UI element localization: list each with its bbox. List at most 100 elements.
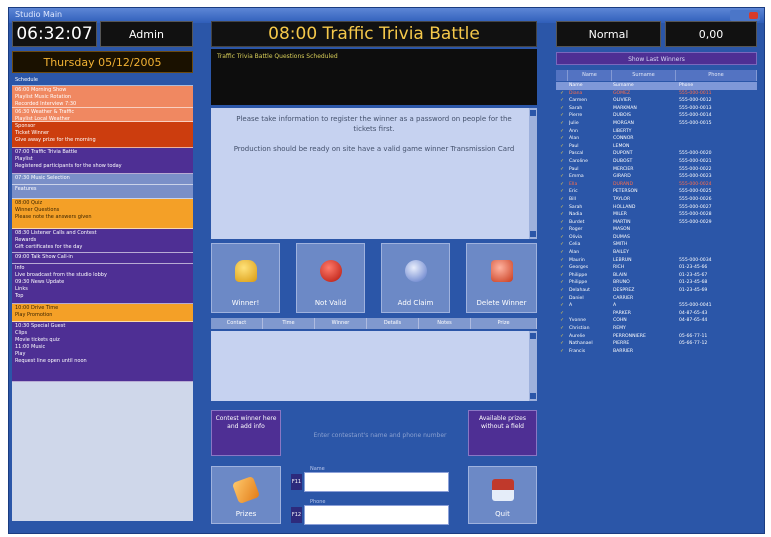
schedule-event[interactable]: 08:30 Listener Calls and Contest Rewards… (12, 229, 193, 253)
detail-scrollbar[interactable] (529, 331, 537, 401)
schedule-event[interactable]: 07:30 Music Selection (12, 174, 193, 185)
winner-row[interactable]: ✓ Caroline DUBOST 555-000-0021 (556, 158, 757, 166)
phone-input[interactable] (304, 505, 449, 525)
winner-row[interactable]: ✓ Bill TAYLOR 555-000-0026 (556, 196, 757, 204)
schedule-event[interactable]: 10:00 Drive Time Play Promotion (12, 304, 193, 322)
winner-row[interactable]: ✓ Alan BAILEY (556, 249, 757, 257)
winner-surname: PIERRE (613, 341, 630, 347)
winner-surname: DESPREZ (613, 288, 635, 294)
detail-list[interactable] (211, 331, 537, 401)
winner-row[interactable]: ✓ Burdet MARTIN 555-000-0029 (556, 219, 757, 227)
notes-scrollbar[interactable] (529, 108, 537, 239)
winner-row[interactable]: ✓ Eric PETERSON 555-000-0025 (556, 188, 757, 196)
winner-row[interactable]: ✓ Daniel CARRIER (556, 295, 757, 303)
winner-surname: SMITH (613, 242, 628, 248)
schedule-event[interactable]: 06:00 Morning Show Playlist Music Rotati… (12, 86, 193, 108)
winner-row[interactable]: Name Surname Phone (556, 82, 757, 90)
winner-row[interactable]: ✓ Julie MORGAN 555-000-0015 (556, 120, 757, 128)
winner-surname: BAILEY (613, 250, 629, 256)
winner-row[interactable]: ✓ Pierre DUBOIS 555-000-0014 (556, 112, 757, 120)
winner-flag-icon: ✓ (560, 143, 564, 149)
schedule-event[interactable]: 09:00 Talk Show Call-in (12, 253, 193, 264)
winner-flag-icon: ✓ (560, 257, 564, 263)
schedule-event[interactable]: 06:30 Weather & Traffic Playlist Local W… (12, 108, 193, 122)
winner-row[interactable]: ✓ Francis BARRIER (556, 348, 757, 356)
winner-row[interactable]: ✓ Philippe BLAIN 01-23-45-67 (556, 272, 757, 280)
winner-row[interactable]: ✓ Olivia DUMAS (556, 234, 757, 242)
col-phone[interactable]: Phone (676, 70, 757, 81)
winner-row[interactable]: ✓ Georges RICH 01-23-45-66 (556, 264, 757, 272)
show-last-winners-button[interactable]: Show Last Winners (556, 52, 757, 65)
winner-row[interactable]: ✓ A A 555-000-0041 (556, 302, 757, 310)
winner-phone: 555-000-0026 (679, 196, 712, 202)
winner-surname: BLAIN (613, 272, 627, 278)
tab-notes[interactable]: Notes (419, 318, 471, 329)
winners-table-header: Name Surname Phone (556, 70, 757, 81)
winner-row[interactable]: ✓ Maurin LEBRUN 555-000-0034 (556, 257, 757, 265)
winner-row[interactable]: ✓ Nathanael PIERRE 05-66-77-12 (556, 340, 757, 348)
user-display: Admin (100, 21, 193, 47)
tab-time[interactable]: Time (263, 318, 315, 329)
schedule-event-line: Features (15, 186, 37, 192)
schedule-event-line: 09:30 News Update (15, 279, 65, 285)
not-valid-label: Not Valid (314, 299, 347, 307)
quit-button[interactable]: Quit (468, 466, 537, 524)
schedule-event-line: Top (15, 293, 24, 299)
winner-row[interactable]: ✓ Philippe BRUNO 01-23-45-68 (556, 279, 757, 287)
winner-row[interactable]: ✓ PARKER 04-87-65-43 (556, 310, 757, 318)
winner-name: Delahaut (569, 288, 590, 294)
winner-row[interactable]: ✓ Pascal DUPONT 555-000-0020 (556, 150, 757, 158)
window-controls[interactable] (730, 10, 760, 21)
schedule-event[interactable]: Sponsor Ticket Winner Give away prize fo… (12, 122, 193, 148)
prizes-button[interactable]: Prizes (211, 466, 281, 524)
winner-row[interactable]: ✓ Emma GIRARD 555-000-0023 (556, 173, 757, 181)
winner-row[interactable]: ✓ Paul MERCIER 555-000-0022 (556, 166, 757, 174)
winner-row[interactable]: ✓ Sarah MARKMAN 555-000-0013 (556, 105, 757, 113)
winner-button[interactable]: Winner! (211, 243, 280, 313)
col-name[interactable]: Name (568, 70, 612, 81)
winner-row[interactable]: ✓ Aurelie PERRONNIERE 05-66-77-11 (556, 333, 757, 341)
winner-flag-icon: ✓ (560, 151, 564, 157)
winner-phone: 555-000-0029 (679, 219, 712, 225)
winner-row[interactable]: ✓ Diana GOMEZ 555-000-0011 (556, 90, 757, 98)
schedule-event-line: Playlist Music Rotation (15, 94, 72, 100)
col-flag[interactable] (556, 70, 568, 81)
winner-surname: REMY (613, 326, 626, 331)
name-input[interactable] (304, 472, 449, 492)
schedule-event[interactable]: 08:00 Quiz Winner Questions Please note … (12, 199, 193, 229)
winner-row[interactable]: ✓ Ann LIBERTY (556, 128, 757, 136)
winner-row[interactable]: ✓ Christian REMY (556, 325, 757, 333)
winner-name: Pierre (569, 113, 583, 119)
winner-phone: 04-87-65-43 (679, 310, 708, 316)
winner-row[interactable]: ✓ Carmen OLIVIER 555-000-0012 (556, 97, 757, 105)
delete-winner-button[interactable]: Delete Winner (466, 243, 537, 313)
tab-winner[interactable]: Winner (315, 318, 367, 329)
winner-name: Francis (569, 348, 586, 354)
winner-row[interactable]: ✓ Nadia MILER 555-000-0028 (556, 211, 757, 219)
show-marquee: Traffic Trivia Battle Questions Schedule… (211, 49, 537, 105)
winner-row[interactable]: ✓ Yvonne COHN 04-87-65-44 (556, 317, 757, 325)
col-surname[interactable]: Surname (612, 70, 676, 81)
schedule-event[interactable]: Info Live broadcast from the studio lobb… (12, 264, 193, 304)
available-prizes-button[interactable]: Available prizes without a field (468, 410, 537, 456)
winner-row[interactable]: ✓ Paul LEMON (556, 143, 757, 151)
winner-flag-icon: ✓ (560, 204, 564, 210)
schedule-event[interactable]: Features (12, 185, 193, 199)
add-claim-button[interactable]: Add Claim (381, 243, 450, 313)
schedule-event[interactable]: 10:30 Special Guest Clips Movie tickets … (12, 322, 193, 382)
winner-row[interactable]: ✓ Ella DURAND 555-000-0024 (556, 181, 757, 189)
tab-contact[interactable]: Contact (211, 318, 263, 329)
winner-row[interactable]: ✓ Delahaut DESPREZ 01-23-45-69 (556, 287, 757, 295)
winner-surname: LEBRUN (613, 257, 632, 263)
winner-row[interactable]: ✓ Celia SMITH (556, 241, 757, 249)
winner-row[interactable]: ✓ Alan CONNOR (556, 135, 757, 143)
winner-row[interactable]: ✓ Roger MASON (556, 226, 757, 234)
winner-phone: 555-000-0027 (679, 204, 712, 210)
not-valid-button[interactable]: Not Valid (296, 243, 365, 313)
tab-details[interactable]: Details (367, 318, 419, 329)
tab-prize[interactable]: Prize (471, 318, 537, 329)
contest-winner-button[interactable]: Contest winner here and add info (211, 410, 281, 456)
schedule-event[interactable]: Schedule (12, 76, 193, 86)
winner-row[interactable]: ✓ Sarah HOLLAND 555-000-0027 (556, 204, 757, 212)
schedule-event[interactable]: 07:00 Traffic Trivia Battle Playlist Reg… (12, 148, 193, 174)
